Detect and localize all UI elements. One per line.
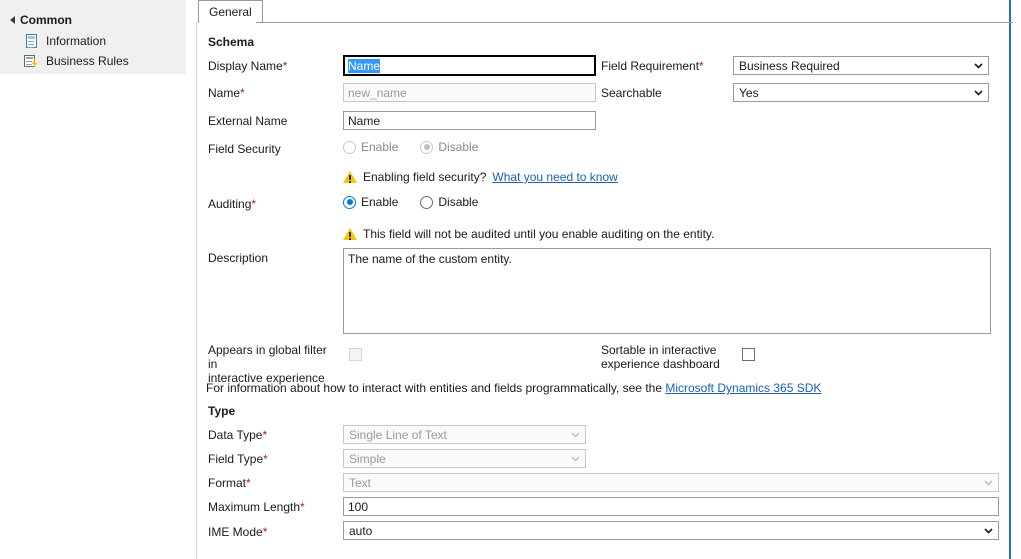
label-field-requirement: Field Requirement* (601, 59, 704, 73)
label-global-filter: Appears in global filter in interactive … (208, 343, 327, 385)
name-input[interactable] (343, 83, 596, 102)
label-field-security: Field Security (208, 142, 281, 156)
chevron-down-icon (984, 526, 993, 535)
auditing-enable-radio[interactable]: Enable (343, 195, 398, 209)
label-name: Name* (208, 86, 245, 100)
field-security-enable-label: Enable (361, 140, 399, 154)
tab-general-label: General (209, 5, 252, 19)
sidebar-item-information[interactable]: Information (24, 31, 106, 50)
auditing-warning: This field will not be audited until you… (343, 227, 714, 241)
chevron-down-icon (571, 454, 580, 463)
label-maximum-length: Maximum Length* (208, 500, 305, 514)
description-textarea[interactable]: The name of the custom entity. (343, 248, 991, 334)
radio-indicator (420, 195, 434, 209)
ime-mode-value: auto (349, 523, 373, 538)
radio-indicator (343, 140, 356, 154)
warning-icon (343, 170, 357, 184)
business-rule-icon (24, 53, 40, 69)
tab-general[interactable]: General (198, 0, 263, 23)
ime-mode-select[interactable]: auto (343, 521, 999, 540)
auditing-disable-radio[interactable]: Disable (420, 195, 478, 209)
global-filter-checkbox[interactable] (349, 348, 362, 361)
format-value: Text (349, 475, 372, 490)
field-type-value: Simple (349, 451, 386, 466)
label-searchable: Searchable (601, 86, 662, 100)
chevron-down-icon (984, 478, 993, 487)
section-heading-schema: Schema (208, 35, 255, 49)
sidebar-item-business-rules[interactable]: Business Rules (24, 51, 129, 70)
sdk-link[interactable]: Microsoft Dynamics 365 SDK (665, 381, 821, 395)
field-security-disable-label: Disable (438, 140, 479, 154)
nav-group-common[interactable]: Common (10, 13, 72, 27)
auditing-radio-group: Enable Disable (343, 195, 478, 209)
sdk-note-text: For information about how to interact wi… (206, 381, 662, 395)
chevron-down-icon (974, 61, 983, 70)
label-field-type: Field Type* (208, 452, 268, 466)
label-external-name: External Name (208, 114, 288, 128)
external-name-input[interactable] (343, 111, 596, 130)
collapse-triangle-icon[interactable] (10, 16, 15, 24)
field-requirement-value: Business Required (739, 58, 840, 73)
label-description: Description (208, 251, 269, 265)
auditing-disable-label: Disable (438, 195, 479, 209)
display-name-input[interactable]: Name (343, 55, 596, 76)
radio-indicator (343, 195, 356, 209)
document-icon (24, 33, 40, 49)
field-security-warning-text: Enabling field security? (363, 170, 487, 184)
nav-group-label: Common (20, 13, 72, 27)
auditing-warning-text: This field will not be audited until you… (363, 227, 715, 241)
data-type-value: Single Line of Text (349, 427, 447, 442)
label-format: Format* (208, 476, 251, 490)
label-ime-mode: IME Mode* (208, 525, 268, 539)
field-security-disable-radio[interactable]: Disable (420, 140, 478, 154)
sidebar-item-label: Information (46, 33, 107, 48)
sortable-checkbox[interactable] (742, 348, 755, 361)
sidebar-item-label: Business Rules (46, 53, 129, 68)
label-display-name: Display Name* (208, 59, 288, 73)
maximum-length-input[interactable] (343, 497, 999, 516)
radio-indicator (420, 140, 434, 154)
searchable-select[interactable]: Yes (733, 83, 989, 102)
field-security-enable-radio[interactable]: Enable (343, 140, 398, 154)
chevron-down-icon (571, 430, 580, 439)
sdk-note: For information about how to interact wi… (206, 381, 821, 395)
data-type-select[interactable]: Single Line of Text (343, 425, 586, 444)
field-security-warning-link[interactable]: What you need to know (492, 170, 617, 184)
field-type-select[interactable]: Simple (343, 449, 586, 468)
label-sortable: Sortable in interactive experience dashb… (601, 343, 720, 371)
label-auditing: Auditing* (208, 197, 257, 211)
left-navigation-pane: Common Information Business Rules (0, 0, 186, 559)
label-data-type: Data Type* (208, 428, 268, 442)
searchable-value: Yes (739, 85, 759, 100)
tab-strip: General (196, 0, 1013, 23)
field-editor-window: Common Information Business Rules Genera… (0, 0, 1021, 559)
warning-icon (343, 227, 357, 241)
display-name-value: Name (348, 58, 381, 73)
format-select[interactable]: Text (343, 473, 999, 492)
section-heading-type: Type (208, 404, 236, 418)
field-properties-form: Schema Display Name* Name Name* External… (196, 23, 1013, 559)
field-requirement-select[interactable]: Business Required (733, 56, 989, 75)
field-security-warning: Enabling field security? What you need t… (343, 170, 618, 184)
auditing-enable-label: Enable (361, 195, 399, 209)
content-panel: General Schema Display Name* Name Name* … (196, 0, 1013, 559)
chevron-down-icon (974, 88, 983, 97)
field-security-radio-group: Enable Disable (343, 140, 478, 154)
